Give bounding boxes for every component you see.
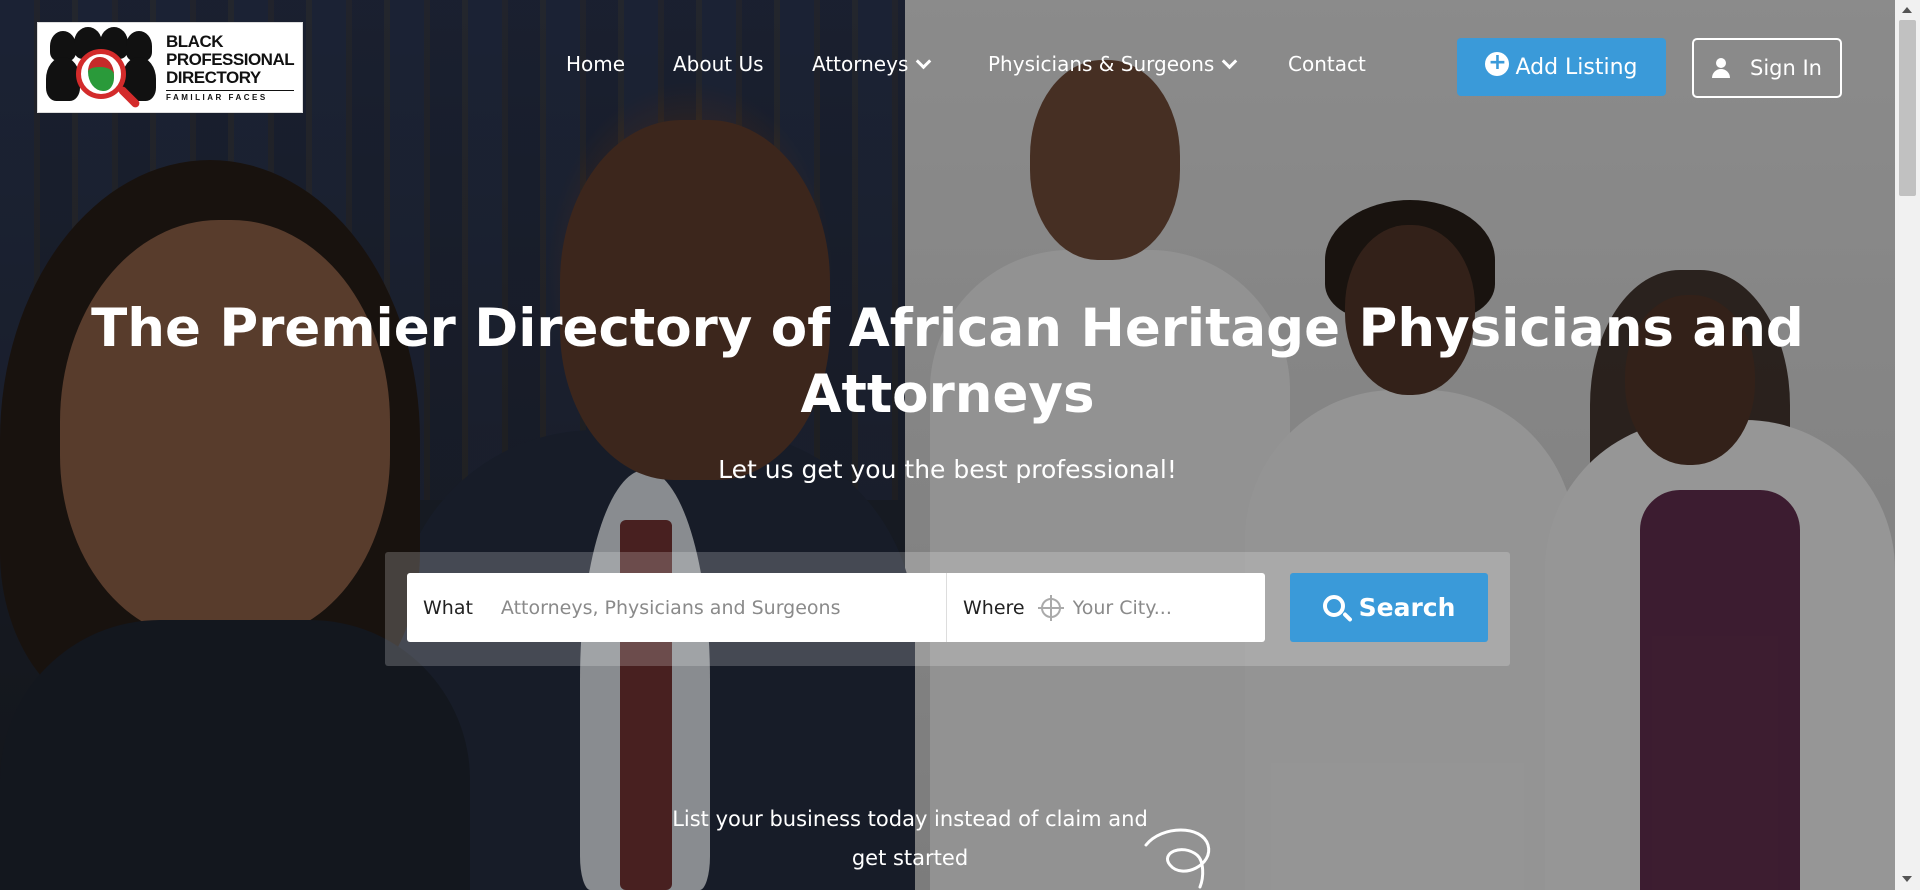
scrollbar-thumb[interactable] bbox=[1899, 20, 1916, 196]
logo-line-3: DIRECTORY bbox=[166, 68, 261, 87]
add-listing-button[interactable]: + Add Listing bbox=[1457, 38, 1666, 96]
logo-line-1: BLACK bbox=[166, 32, 224, 51]
cta-text: List your business today instead of clai… bbox=[672, 807, 1148, 870]
logo-line-2: PROFESSIONAL bbox=[166, 50, 295, 69]
where-label: Where bbox=[963, 596, 1025, 619]
sign-in-label: Sign In bbox=[1750, 56, 1822, 80]
hero-title: The Premier Directory of African Heritag… bbox=[91, 298, 1804, 425]
chevron-down-icon bbox=[916, 53, 932, 69]
nav-item-physicians-surgeons[interactable]: Physicians & Surgeons bbox=[988, 52, 1238, 76]
nav-item-contact[interactable]: Contact bbox=[1288, 52, 1366, 76]
scroll-down-arrow-icon[interactable] bbox=[1902, 876, 1912, 882]
nav-item-attorneys[interactable]: Attorneys bbox=[812, 52, 932, 76]
logo-mark-icon bbox=[46, 26, 158, 109]
nav-item-label: Contact bbox=[1288, 52, 1366, 76]
add-listing-label: Add Listing bbox=[1515, 54, 1638, 80]
swirl-arrow-icon bbox=[1144, 828, 1211, 889]
nav-item-label: Attorneys bbox=[812, 52, 909, 76]
plus-circle-icon: + bbox=[1485, 52, 1510, 76]
page-scrollbar[interactable] bbox=[1895, 0, 1920, 890]
sign-in-button[interactable]: Sign In bbox=[1692, 38, 1842, 98]
nav-item-label: Physicians & Surgeons bbox=[988, 52, 1215, 76]
hero-subtitle: Let us get you the best professional! bbox=[718, 455, 1177, 484]
what-label: What bbox=[423, 596, 473, 619]
chevron-down-icon bbox=[1222, 53, 1238, 69]
search-button-label: Search bbox=[1358, 593, 1456, 622]
what-field[interactable]: What bbox=[407, 573, 947, 642]
hero-dark-overlay bbox=[0, 0, 1920, 890]
crosshair-icon[interactable] bbox=[1037, 594, 1064, 621]
nav-item-label: Home bbox=[566, 52, 626, 76]
nav-item-about-us[interactable]: About Us bbox=[673, 52, 764, 76]
search-icon bbox=[1322, 594, 1345, 617]
scroll-up-arrow-icon[interactable] bbox=[1902, 7, 1912, 13]
where-input[interactable] bbox=[1072, 596, 1243, 619]
logo-text: BLACK PROFESSIONAL DIRECTORY FAMILIAR FA… bbox=[166, 32, 295, 102]
hero-background bbox=[0, 0, 1920, 890]
site-logo[interactable]: BLACK PROFESSIONAL DIRECTORY FAMILIAR FA… bbox=[37, 22, 303, 113]
search-button[interactable]: Search bbox=[1290, 573, 1488, 642]
logo-tagline: FAMILIAR FACES bbox=[166, 90, 295, 102]
user-icon bbox=[1712, 58, 1730, 78]
what-input[interactable] bbox=[500, 596, 921, 619]
nav-item-home[interactable]: Home bbox=[566, 52, 625, 76]
search-bar: What Where Search bbox=[385, 552, 1510, 666]
where-field[interactable]: Where bbox=[947, 573, 1265, 642]
nav-item-label: About Us bbox=[673, 52, 764, 76]
